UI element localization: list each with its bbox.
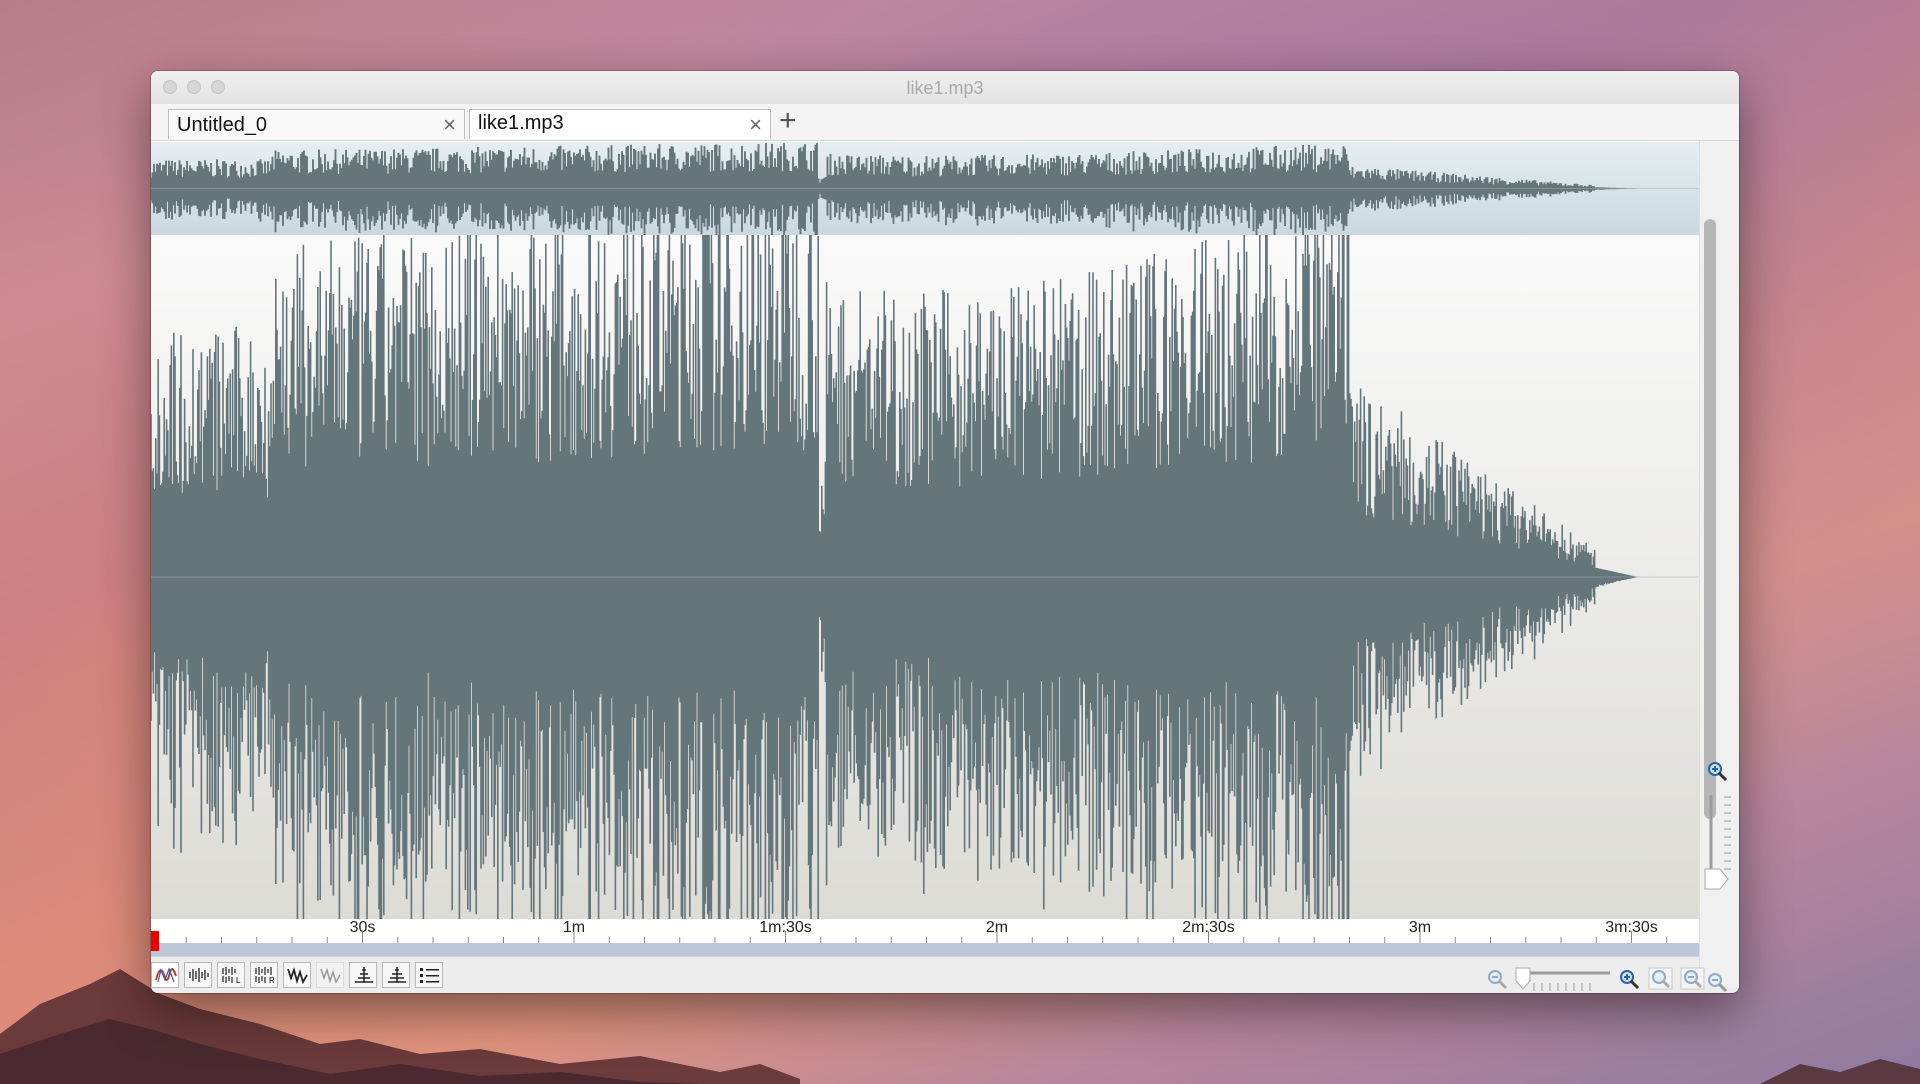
overview-waveform[interactable] bbox=[151, 142, 1699, 238]
overview-waveform-graphic bbox=[151, 143, 1699, 238]
list-button[interactable] bbox=[415, 962, 443, 988]
playback-bar[interactable] bbox=[151, 943, 1699, 957]
add-tab-icon[interactable]: + bbox=[779, 104, 797, 138]
tab-bar: Untitled_0 × like1.mp3 × + bbox=[151, 104, 1739, 141]
spectrum-alt-button[interactable] bbox=[316, 962, 344, 988]
spectrum-button[interactable] bbox=[283, 962, 311, 988]
main-waveform-graphic bbox=[151, 184, 1699, 993]
waveform-mode-icon bbox=[155, 967, 177, 983]
window-title: like1.mp3 bbox=[906, 78, 984, 98]
editor-area: 30s 1m 1m:30s 2m 2m:30s 3m 3m:30s bbox=[151, 141, 1699, 993]
bottom-toolbar: L R bbox=[151, 956, 1705, 993]
app-window: like1.mp3 Untitled_0 × like1.mp3 × + 30s… bbox=[151, 71, 1739, 993]
levels-alt-icon bbox=[388, 967, 406, 983]
levels-button[interactable] bbox=[349, 962, 377, 988]
tab-label: like1.mp3 bbox=[478, 112, 564, 134]
horizontal-zoom-controls bbox=[1486, 967, 1736, 993]
svg-text:L: L bbox=[236, 976, 241, 984]
tab-label: Untitled_0 bbox=[177, 114, 268, 136]
waveform-mode-button[interactable] bbox=[151, 962, 179, 988]
mono-wave-icon bbox=[189, 968, 209, 982]
timeline-ticks bbox=[151, 931, 1668, 943]
zoom-selection-icon[interactable] bbox=[1648, 967, 1674, 991]
playhead-marker[interactable] bbox=[151, 931, 159, 951]
close-tab-icon[interactable]: × bbox=[443, 112, 456, 138]
main-waveform[interactable] bbox=[151, 184, 1699, 993]
left-channel-icon: L bbox=[222, 967, 241, 984]
levels-alt-button[interactable] bbox=[382, 962, 410, 988]
waveform-path bbox=[151, 143, 1637, 238]
vertical-scrollbar[interactable] bbox=[1704, 219, 1716, 819]
mono-view-button[interactable] bbox=[184, 962, 212, 988]
list-icon bbox=[420, 968, 439, 983]
spectrum-icon bbox=[287, 967, 308, 984]
zoom-in-icon[interactable] bbox=[1706, 760, 1728, 782]
timeline-ruler[interactable]: 30s 1m 1m:30s 2m 2m:30s 3m 3m:30s bbox=[151, 919, 1699, 961]
title-bar: like1.mp3 bbox=[151, 71, 1739, 104]
levels-icon bbox=[355, 967, 373, 983]
close-tab-icon[interactable]: × bbox=[749, 112, 762, 138]
right-channel-button[interactable]: R bbox=[250, 962, 278, 988]
zoom-out-icon[interactable] bbox=[1486, 968, 1508, 990]
horizontal-zoom-slider[interactable] bbox=[1514, 967, 1614, 993]
vertical-zoom-slider[interactable] bbox=[1704, 787, 1734, 907]
tab-like1[interactable]: like1.mp3 × bbox=[469, 109, 771, 139]
spectrum-alt-icon bbox=[320, 967, 341, 984]
zoom-all-icon[interactable] bbox=[1680, 967, 1706, 991]
right-channel-icon: R bbox=[255, 967, 275, 984]
svg-text:R: R bbox=[269, 976, 275, 984]
tab-untitled[interactable]: Untitled_0 × bbox=[168, 109, 465, 139]
left-channel-button[interactable]: L bbox=[217, 962, 245, 988]
zoom-in-icon[interactable] bbox=[1618, 968, 1640, 990]
